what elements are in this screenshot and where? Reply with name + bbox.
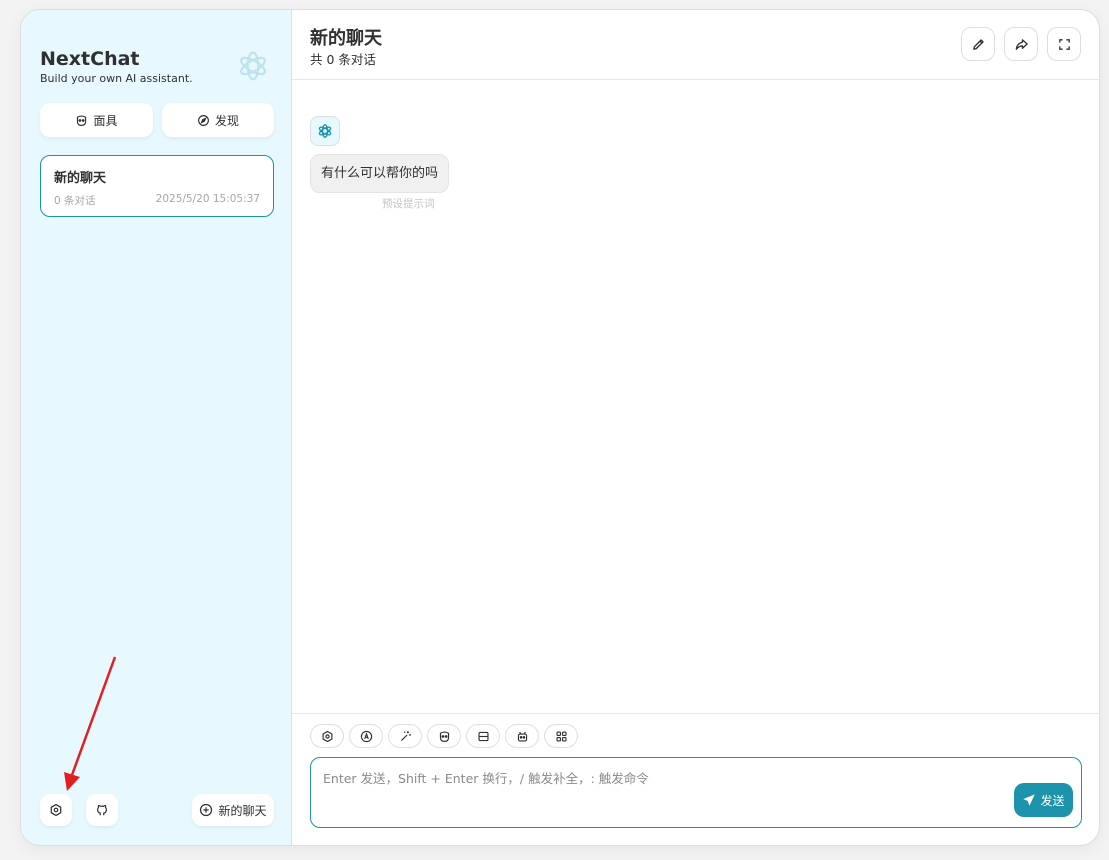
mask-icon [77, 114, 87, 126]
settings-icon [50, 803, 62, 817]
action-magic-button[interactable] [388, 724, 422, 748]
chat-main: 新的聊天 共 0 条对话 有什么可以帮你的吗 预设提示词 Enter 发送，Sh… [292, 10, 1099, 845]
message-meta: 预设提示词 [382, 198, 435, 210]
sidebar: NextChat Build your own AI assistant. 面具… [21, 10, 292, 845]
action-apps-button[interactable] [544, 724, 578, 748]
chat-list-item[interactable]: 新的聊天 0 条对话 2025/5/20 15:05:37 [40, 155, 274, 217]
chat-item-info: 0 条对话 2025/5/20 15:05:37 [54, 193, 260, 208]
chat-item-time: 2025/5/20 15:05:37 [155, 193, 260, 205]
fullscreen-button[interactable] [1047, 27, 1081, 61]
edit-button[interactable] [961, 27, 995, 61]
assistant-avatar [310, 116, 340, 146]
magic-wand-icon [400, 730, 411, 741]
openai-logo-icon [240, 51, 266, 81]
share-icon [1015, 38, 1028, 50]
chat-item-title: 新的聊天 [54, 171, 107, 186]
action-context-button[interactable] [466, 724, 500, 748]
discover-button-label: 发现 [214, 113, 239, 128]
chat-title[interactable]: 新的聊天 [310, 24, 382, 50]
send-label: 发送 [1040, 793, 1065, 808]
mask-button[interactable]: 面具 [40, 103, 153, 137]
send-button[interactable]: 发送 [1014, 783, 1073, 817]
chat-input[interactable] [310, 757, 1082, 828]
openai-logo-icon [318, 124, 332, 138]
github-icon [97, 804, 107, 816]
input-panel: 发送 [292, 713, 1099, 845]
apps-icon [555, 730, 567, 742]
new-chat-button[interactable]: 新的聊天 [192, 794, 274, 826]
mask-button-label: 面具 [93, 113, 118, 128]
new-chat-label: 新的聊天 [218, 803, 267, 818]
action-settings-button[interactable] [310, 724, 344, 748]
assistant-message: 有什么可以帮你的吗 [310, 154, 450, 193]
fullscreen-icon [1058, 38, 1070, 50]
chat-actions [310, 724, 578, 748]
chat-header: 新的聊天 共 0 条对话 [292, 10, 1099, 80]
chat-item-count: 0 条对话 [54, 195, 96, 207]
compass-icon [198, 114, 209, 126]
discover-button[interactable]: 发现 [162, 103, 274, 137]
robot-icon [517, 731, 527, 742]
app-window: NextChat Build your own AI assistant. 面具… [20, 9, 1100, 846]
action-prompt-button[interactable] [349, 724, 383, 748]
app-subtitle: Build your own AI assistant. [40, 72, 193, 85]
edit-icon [972, 38, 984, 50]
action-mask-button[interactable] [427, 724, 461, 748]
app-title: NextChat [40, 48, 140, 70]
mask-icon [439, 730, 449, 742]
chat-subtitle: 共 0 条对话 [310, 52, 376, 67]
add-icon [200, 803, 213, 817]
github-button[interactable] [86, 794, 118, 826]
settings-button[interactable] [40, 794, 72, 826]
prompt-icon [360, 730, 372, 742]
context-icon [477, 731, 489, 741]
action-robot-button[interactable] [505, 724, 539, 748]
settings-icon [322, 730, 332, 742]
share-button[interactable] [1004, 27, 1038, 61]
send-icon [1023, 794, 1036, 806]
